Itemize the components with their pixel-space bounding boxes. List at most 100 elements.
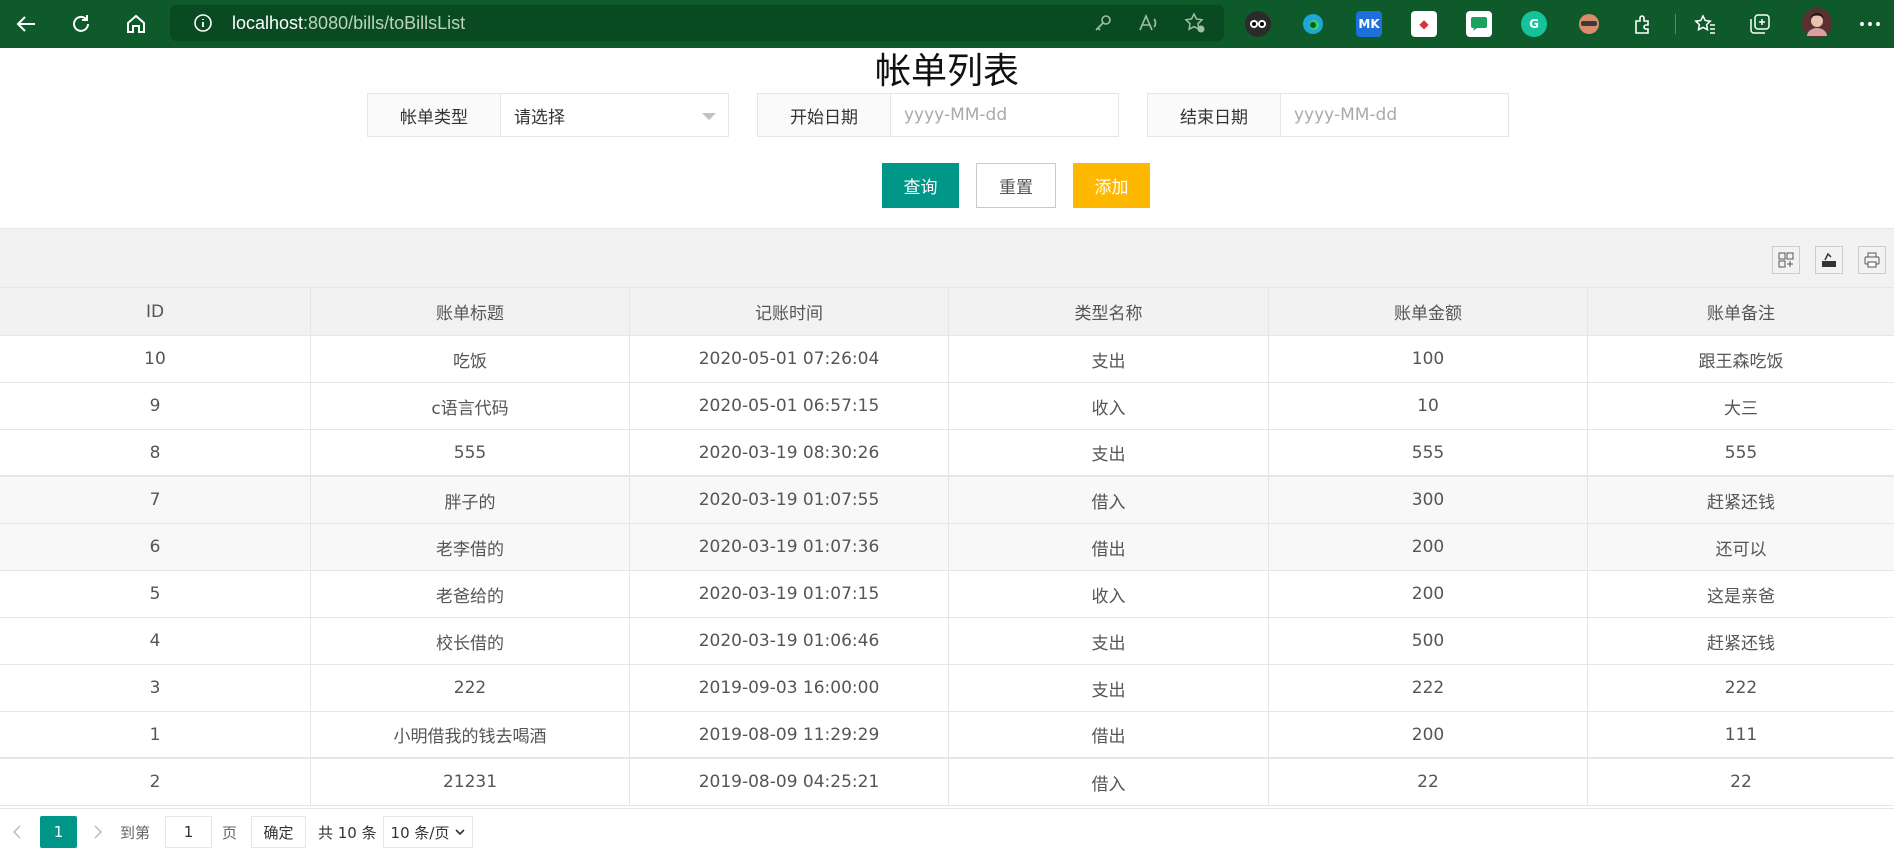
table-row[interactable]: 7 胖子的 2020-03-19 01:07:55 借入 300 赶紧还钱 <box>0 477 1894 524</box>
cell-id: 6 <box>0 524 311 570</box>
home-icon[interactable] <box>122 10 150 38</box>
cell-time: 2019-08-09 11:29:29 <box>630 712 949 757</box>
cell-time: 2020-03-19 01:07:15 <box>630 571 949 617</box>
cell-id: 10 <box>0 336 311 382</box>
cell-title: 老李借的 <box>311 524 630 570</box>
cell-type: 借入 <box>949 477 1269 523</box>
export-icon[interactable] <box>1815 246 1843 274</box>
chevron-down-icon <box>702 113 716 120</box>
profile-avatar[interactable] <box>1802 8 1832 38</box>
header-remark[interactable]: 账单备注 <box>1588 288 1894 335</box>
header-title[interactable]: 账单标题 <box>311 288 630 335</box>
mk-extension-icon[interactable]: MK <box>1356 11 1382 37</box>
table-row[interactable]: 3 222 2019-09-03 16:00:00 支出 222 222 <box>0 665 1894 712</box>
goto-label: 到第 <box>120 823 151 842</box>
cell-type: 收入 <box>949 383 1269 429</box>
url-path: :8080/bills/toBillsList <box>303 12 466 33</box>
confirm-page-button[interactable]: 确定 <box>251 816 306 848</box>
table-row[interactable]: 1 小明借我的钱去喝酒 2019-08-09 11:29:29 借出 200 1… <box>0 712 1894 759</box>
cell-time: 2020-03-19 08:30:26 <box>630 430 949 475</box>
page-size-select[interactable]: 10 条/页 <box>383 816 473 848</box>
header-time[interactable]: 记账时间 <box>630 288 949 335</box>
site-info-icon[interactable] <box>192 12 214 34</box>
add-favorite-icon[interactable] <box>1184 12 1206 34</box>
table-row[interactable]: 10 吃饭 2020-05-01 07:26:04 支出 100 跟王森吃饭 <box>0 336 1894 383</box>
table-row[interactable]: 2 21231 2019-08-09 04:25:21 借入 22 22 <box>0 759 1894 806</box>
pagination: 1 到第 1 页 确定 共 10 条 10 条/页 <box>0 808 1894 856</box>
print-icon[interactable] <box>1858 246 1886 274</box>
cell-time: 2020-03-19 01:07:55 <box>630 477 949 523</box>
current-page-button[interactable]: 1 <box>40 816 77 848</box>
chevron-down-icon <box>455 829 466 836</box>
cell-type: 支出 <box>949 430 1269 475</box>
reset-button[interactable]: 重置 <box>976 163 1056 208</box>
add-button[interactable]: 添加 <box>1073 163 1150 208</box>
chat-extension-icon[interactable] <box>1466 11 1492 37</box>
cell-title: c语言代码 <box>311 383 630 429</box>
cell-amount: 200 <box>1269 524 1588 570</box>
cell-amount: 200 <box>1269 571 1588 617</box>
cell-remark: 111 <box>1724 724 1758 745</box>
cell-remark: 还可以 <box>1715 539 1767 560</box>
header-amount[interactable]: 账单金额 <box>1269 288 1588 335</box>
query-button[interactable]: 查询 <box>882 163 959 208</box>
back-icon[interactable] <box>12 10 40 38</box>
start-date-input[interactable]: yyyy-MM-dd <box>891 94 1118 136</box>
page-label: 页 <box>222 823 238 842</box>
cell-type: 借入 <box>949 759 1269 805</box>
cell-time: 2019-08-09 04:25:21 <box>630 759 949 805</box>
cell-id: 8 <box>0 430 311 475</box>
red-extension-icon[interactable]: ◆ <box>1411 11 1437 37</box>
cell-title: 胖子的 <box>311 477 630 523</box>
bill-type-filter: 帐单类型 请选择 <box>367 93 729 137</box>
url-text[interactable]: localhost:8080/bills/toBillsList <box>232 13 465 34</box>
key-icon[interactable] <box>1092 12 1114 34</box>
end-date-input[interactable]: yyyy-MM-dd <box>1281 94 1508 136</box>
table-row[interactable]: 4 校长借的 2020-03-19 01:06:46 支出 500 赶紧还钱 <box>0 618 1894 665</box>
cell-amount: 300 <box>1269 477 1588 523</box>
read-aloud-icon[interactable] <box>1138 12 1160 34</box>
cell-title: 老爸给的 <box>311 571 630 617</box>
more-menu-icon[interactable] <box>1857 11 1883 37</box>
cell-title: 校长借的 <box>311 618 630 664</box>
cell-title: 555 <box>311 430 630 475</box>
table-row[interactable]: 5 老爸给的 2020-03-19 01:07:15 收入 200 这是亲爸 <box>0 571 1894 618</box>
toolbar-divider <box>1675 14 1676 34</box>
goto-page-input[interactable]: 1 <box>165 816 212 848</box>
bill-type-select[interactable]: 请选择 <box>501 94 728 136</box>
column-filter-icon[interactable] <box>1772 246 1800 274</box>
cell-title: 小明借我的钱去喝酒 <box>311 712 630 757</box>
address-bar[interactable]: localhost:8080/bills/toBillsList <box>170 5 1224 41</box>
bills-table: ID 账单标题 记账时间 类型名称 账单金额 账单备注 10 吃饭 2020-0… <box>0 288 1894 806</box>
end-date-label: 结束日期 <box>1148 94 1281 136</box>
grammarly-icon[interactable]: G <box>1521 11 1547 37</box>
cell-amount: 200 <box>1269 712 1588 757</box>
cell-remark: 22 <box>1730 772 1752 792</box>
cell-id: 5 <box>0 571 311 617</box>
prev-page-icon[interactable] <box>6 816 28 848</box>
avatar-extension-icon[interactable] <box>1576 11 1602 37</box>
cell-amount: 100 <box>1269 336 1588 382</box>
next-page-icon[interactable] <box>87 816 109 848</box>
extensions-puzzle-icon[interactable] <box>1630 11 1656 37</box>
edge-icon[interactable] <box>1300 11 1326 37</box>
favorites-icon[interactable] <box>1692 11 1718 37</box>
bill-type-label: 帐单类型 <box>368 94 501 136</box>
table-row[interactable]: 9 c语言代码 2020-05-01 06:57:15 收入 10 大三 <box>0 383 1894 430</box>
table-row[interactable]: 8 555 2020-03-19 08:30:26 支出 555 555 <box>0 430 1894 477</box>
cell-title: 222 <box>311 665 630 711</box>
total-count: 共 10 条 <box>318 823 377 842</box>
header-type[interactable]: 类型名称 <box>949 288 1269 335</box>
page-title: 帐单列表 <box>874 51 1019 92</box>
page-size-value: 10 条/页 <box>390 823 450 842</box>
end-date-filter: 结束日期 yyyy-MM-dd <box>1147 93 1509 137</box>
collections-icon[interactable] <box>1747 11 1773 37</box>
refresh-icon[interactable] <box>67 10 95 38</box>
cell-amount: 10 <box>1269 383 1588 429</box>
cell-remark: 这是亲爸 <box>1707 586 1775 607</box>
header-id[interactable]: ID <box>0 288 311 335</box>
cell-id: 9 <box>0 383 311 429</box>
table-row[interactable]: 6 老李借的 2020-03-19 01:07:36 借出 200 还可以 <box>0 524 1894 571</box>
cell-type: 支出 <box>949 336 1269 382</box>
extension-owl-icon[interactable] <box>1245 11 1271 37</box>
